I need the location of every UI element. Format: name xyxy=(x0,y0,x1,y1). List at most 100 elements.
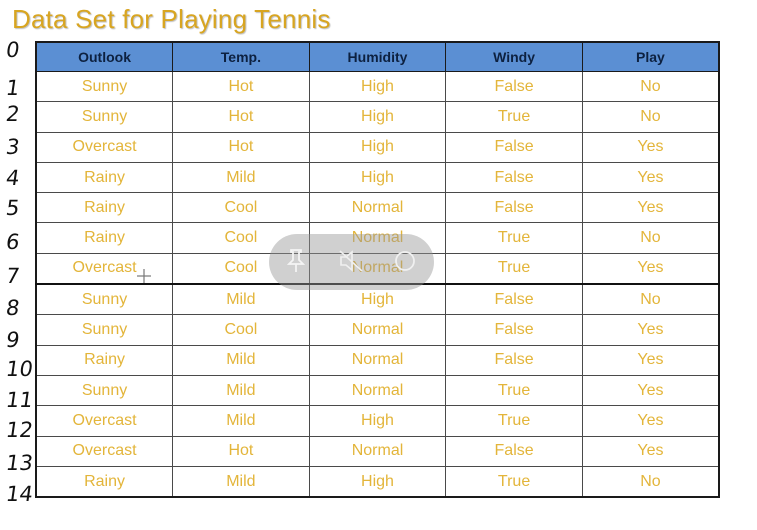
column-header-play: Play xyxy=(581,41,720,72)
cell-temp: Hot xyxy=(172,101,310,133)
table-row: Rainy Mild High True No xyxy=(35,465,720,498)
cell-outlook: Rainy xyxy=(35,344,174,376)
table-row: Overcast Mild High True Yes xyxy=(35,405,720,437)
cell-play: Yes xyxy=(581,344,720,376)
column-header-humidity: Humidity xyxy=(308,41,447,72)
table-row: Sunny Mild Normal True Yes xyxy=(35,374,720,407)
cell-temp: Cool xyxy=(172,192,310,224)
cell-outlook: Rainy xyxy=(35,465,174,498)
page-title: Data Set for Playing Tennis xyxy=(12,4,331,34)
cell-outlook: Sunny xyxy=(35,374,174,407)
crosshair-cursor-icon xyxy=(137,269,151,283)
cell-outlook: Sunny xyxy=(35,314,174,346)
cell-windy: True xyxy=(445,374,583,407)
cell-play: Yes xyxy=(581,405,720,437)
table-row: Rainy Cool Normal False Yes xyxy=(35,192,720,224)
cell-humidity: High xyxy=(308,131,447,163)
column-header-temp: Temp. xyxy=(172,41,310,72)
cell-humidity: Normal xyxy=(308,344,447,376)
handwritten-row-number: 4 xyxy=(4,166,22,190)
cell-play: Yes xyxy=(581,252,720,285)
cell-outlook: Overcast xyxy=(35,435,174,467)
cell-outlook: Overcast xyxy=(35,252,174,285)
handwritten-row-number: 13 xyxy=(4,451,35,475)
handwritten-row-number: 1 xyxy=(4,76,22,100)
cell-windy: False xyxy=(445,314,583,346)
cell-humidity: Normal xyxy=(308,435,447,467)
cell-play: No xyxy=(581,465,720,498)
cell-humidity: Normal xyxy=(308,314,447,346)
cell-play: No xyxy=(581,222,720,254)
handwritten-row-number: 6 xyxy=(4,230,22,254)
handwritten-row-number: 14 xyxy=(4,482,35,506)
cell-temp: Hot xyxy=(172,70,310,103)
cell-play: No xyxy=(581,283,720,316)
column-header-windy: Windy xyxy=(445,41,583,72)
handwritten-row-number: 12 xyxy=(4,418,35,442)
cell-play: No xyxy=(581,101,720,133)
cell-temp: Hot xyxy=(172,435,310,467)
cell-humidity: Normal xyxy=(308,374,447,407)
table-row: Sunny Hot High False No xyxy=(35,70,720,103)
cell-windy: False xyxy=(445,344,583,376)
table-row: Rainy Mild High False Yes xyxy=(35,161,720,194)
cell-windy: True xyxy=(445,222,583,254)
cell-temp: Mild xyxy=(172,161,310,194)
table-row: Overcast Hot High False Yes xyxy=(35,131,720,163)
cell-outlook: Overcast xyxy=(35,131,174,163)
cell-windy: False xyxy=(445,70,583,103)
cell-outlook: Rainy xyxy=(35,161,174,194)
cell-windy: True xyxy=(445,252,583,285)
cell-windy: False xyxy=(445,435,583,467)
handwritten-row-number: 0 xyxy=(4,38,22,62)
cell-outlook: Sunny xyxy=(35,101,174,133)
handwritten-row-number: 11 xyxy=(4,388,35,412)
cell-outlook: Rainy xyxy=(35,222,174,254)
mute-icon[interactable] xyxy=(337,248,365,274)
handwritten-row-number: 10 xyxy=(4,357,35,381)
cell-temp: Mild xyxy=(172,465,310,498)
cell-humidity: High xyxy=(308,70,447,103)
table-row: Overcast Hot Normal False Yes xyxy=(35,435,720,467)
cell-play: Yes xyxy=(581,161,720,194)
cell-humidity: High xyxy=(308,161,447,194)
cell-windy: False xyxy=(445,192,583,224)
cell-outlook: Rainy xyxy=(35,192,174,224)
record-icon[interactable] xyxy=(393,248,417,274)
cell-humidity: High xyxy=(308,101,447,133)
cell-temp: Mild xyxy=(172,344,310,376)
cell-play: Yes xyxy=(581,374,720,407)
cell-temp: Mild xyxy=(172,405,310,437)
cell-play: Yes xyxy=(581,131,720,163)
cell-humidity: High xyxy=(308,465,447,498)
cell-temp: Cool xyxy=(172,314,310,346)
cell-windy: True xyxy=(445,465,583,498)
handwritten-row-number: 2 xyxy=(4,102,22,126)
table-row: Sunny Hot High True No xyxy=(35,101,720,133)
cell-windy: True xyxy=(445,405,583,437)
cell-humidity: High xyxy=(308,405,447,437)
column-header-outlook: Outlook xyxy=(35,41,174,72)
handwritten-row-number: 9 xyxy=(4,328,22,352)
cell-play: Yes xyxy=(581,192,720,224)
cell-play: No xyxy=(581,70,720,103)
cell-windy: True xyxy=(445,101,583,133)
cell-outlook: Sunny xyxy=(35,70,174,103)
pin-icon[interactable] xyxy=(285,248,307,274)
handwritten-row-number: 7 xyxy=(4,264,22,288)
cell-humidity: Normal xyxy=(308,192,447,224)
cell-windy: False xyxy=(445,161,583,194)
cell-outlook: Overcast xyxy=(35,405,174,437)
cell-play: Yes xyxy=(581,435,720,467)
cell-windy: False xyxy=(445,283,583,316)
handwritten-row-number: 3 xyxy=(4,135,22,159)
table-row: Sunny Cool Normal False Yes xyxy=(35,314,720,346)
table-header-row: Outlook Temp. Humidity Windy Play xyxy=(35,41,720,72)
cell-temp: Hot xyxy=(172,131,310,163)
table-row: Rainy Mild Normal False Yes xyxy=(35,344,720,376)
floating-controls-overlay xyxy=(269,234,434,290)
handwritten-row-number: 8 xyxy=(4,296,22,320)
handwritten-row-number: 5 xyxy=(4,196,22,220)
cell-play: Yes xyxy=(581,314,720,346)
cell-windy: False xyxy=(445,131,583,163)
